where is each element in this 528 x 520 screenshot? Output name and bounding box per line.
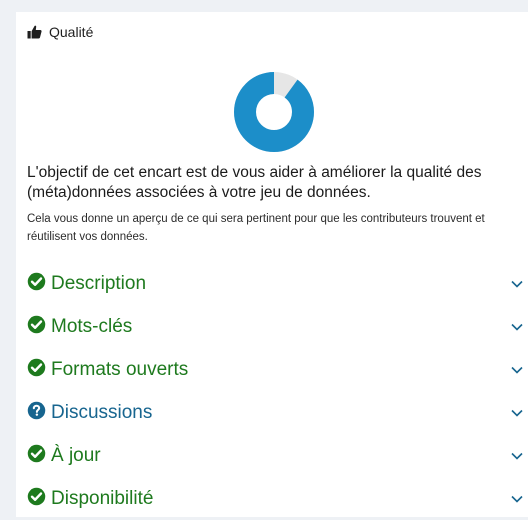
criterion-formats-ouverts[interactable]: Formats ouverts [27,348,524,391]
criterion-label: Mots-clés [51,315,133,337]
criteria-list: Description Mots-clés Formats ouverts Di… [27,262,524,520]
question-circle-icon [27,401,46,425]
criterion-a-jour[interactable]: À jour [27,434,524,477]
chevron-down-icon[interactable] [510,406,524,420]
criterion-label: Description [51,272,147,294]
criterion-disponibilite[interactable]: Disponibilité [27,477,524,520]
thumbs-up-icon [27,25,42,39]
hint-text: Cela vous donne un aperçu de ce qui sera… [27,213,485,243]
criterion-label: Formats ouverts [51,358,189,380]
intro-text: L'objectif de cet encart est de vous aid… [27,164,482,201]
check-circle-icon [27,272,46,296]
chevron-down-icon[interactable] [510,449,524,463]
criterion-label: Discussions [51,401,153,423]
criterion-label: À jour [51,444,101,466]
criterion-discussions[interactable]: Discussions [27,391,524,434]
donut-score-arc [234,72,314,152]
check-circle-icon [27,315,46,339]
check-circle-icon [27,444,46,468]
panel-header: Qualité [27,24,93,40]
criterion-label: Disponibilité [51,487,154,509]
chevron-down-icon[interactable] [510,363,524,377]
quality-score-donut [234,72,314,152]
panel-title: Qualité [49,24,94,40]
criterion-mots-cles[interactable]: Mots-clés [27,305,524,348]
check-circle-icon [27,487,46,511]
criterion-description[interactable]: Description [27,262,524,305]
chevron-down-icon[interactable] [510,492,524,506]
chevron-down-icon[interactable] [510,320,524,334]
quality-panel: Qualité L'objectif de cet encart est de … [16,12,528,517]
check-circle-icon [27,358,46,382]
chevron-down-icon[interactable] [510,277,524,291]
